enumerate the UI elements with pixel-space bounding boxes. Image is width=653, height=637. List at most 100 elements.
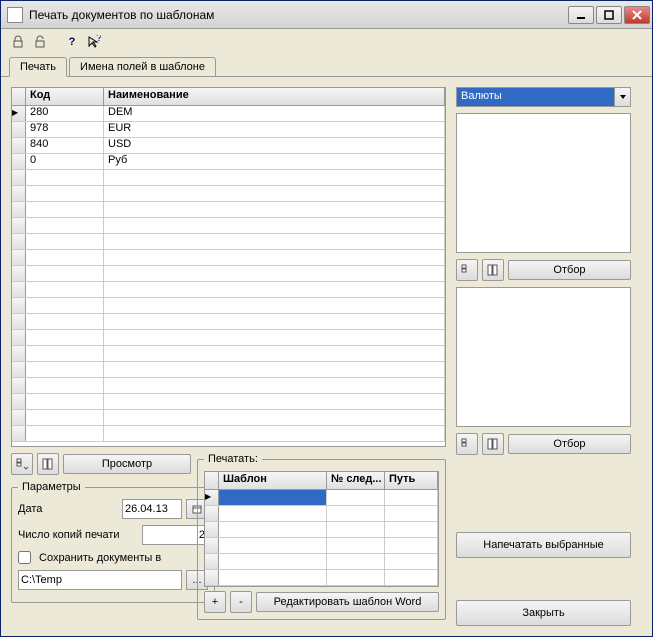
toolbar-lock-icon[interactable] (9, 33, 27, 51)
toolbar-unlock-icon[interactable] (31, 33, 49, 51)
tabstrip: Печать Имена полей в шаблоне (1, 55, 652, 77)
minimize-button[interactable] (568, 6, 594, 24)
params-legend: Параметры (18, 481, 85, 493)
tab-content: Код Наименование 280 DEM 978 EUR (1, 77, 652, 636)
remove-template-button[interactable]: - (230, 591, 252, 613)
row-marker (12, 122, 26, 137)
grid-row[interactable] (12, 202, 445, 218)
grid-row[interactable]: 978 EUR (12, 122, 445, 138)
left-column: Код Наименование 280 DEM 978 EUR (11, 87, 446, 626)
cell-code[interactable]: 840 (26, 138, 104, 153)
grid-row[interactable] (12, 394, 445, 410)
cell-name[interactable]: USD (104, 138, 445, 153)
filter1-sort-asc[interactable] (456, 259, 478, 281)
maximize-button[interactable] (596, 6, 622, 24)
grid-row[interactable] (12, 378, 445, 394)
tmpl-header-name[interactable]: Шаблон (219, 472, 327, 489)
close-button[interactable] (624, 6, 650, 24)
template-row[interactable] (205, 570, 438, 586)
savedocs-row: Сохранить документы в (18, 551, 208, 564)
filter-list-1[interactable] (456, 113, 631, 253)
grid-row[interactable] (12, 314, 445, 330)
filter-list-2[interactable] (456, 287, 631, 427)
copies-row: Число копий печати (18, 525, 208, 545)
grid-row[interactable] (12, 282, 445, 298)
filter2-button[interactable]: Отбор (508, 434, 631, 454)
grid-body[interactable]: 280 DEM 978 EUR 840 USD (12, 106, 445, 446)
grid-row[interactable] (12, 250, 445, 266)
sort-desc-button[interactable] (37, 453, 59, 475)
right-column: Валюты Отбор Отбор Напечатать выбранные … (456, 87, 631, 626)
add-template-button[interactable]: + (204, 591, 226, 613)
edit-template-button[interactable]: Редактировать шаблон Word (256, 592, 439, 612)
filter-row-2: Отбор (456, 433, 631, 455)
grid-header-name[interactable]: Наименование (104, 88, 445, 105)
grid-row[interactable] (12, 362, 445, 378)
date-input[interactable] (122, 499, 182, 519)
filter1-sort-desc[interactable] (482, 259, 504, 281)
path-input[interactable] (18, 570, 182, 590)
cell-code[interactable]: 280 (26, 106, 104, 121)
grid-row[interactable] (12, 218, 445, 234)
copies-label: Число копий печати (18, 529, 138, 541)
sort-asc-button[interactable] (11, 453, 33, 475)
params-column: Просмотр Параметры Дата Число копий печа… (11, 453, 191, 620)
tmpl-header-path[interactable]: Путь (385, 472, 438, 489)
template-row[interactable] (205, 490, 438, 506)
grid-row[interactable] (12, 170, 445, 186)
cell-name[interactable]: EUR (104, 122, 445, 137)
grid-row[interactable]: 0 Руб (12, 154, 445, 170)
date-label: Дата (18, 503, 118, 515)
toolbar-help-icon[interactable]: ? (63, 33, 81, 51)
template-row[interactable] (205, 538, 438, 554)
template-buttons: + - Редактировать шаблон Word (204, 591, 439, 613)
svg-text:?: ? (96, 35, 101, 44)
grid-row[interactable]: 840 USD (12, 138, 445, 154)
cell-code[interactable]: 978 (26, 122, 104, 137)
cell-code[interactable]: 0 (26, 154, 104, 169)
cell-name[interactable]: DEM (104, 106, 445, 121)
grid-header-code[interactable]: Код (26, 88, 104, 105)
savedocs-checkbox[interactable] (18, 551, 31, 564)
combo-dropdown-button[interactable] (614, 88, 630, 106)
template-row[interactable] (205, 522, 438, 538)
close-window-button[interactable]: Закрыть (456, 600, 631, 626)
cell-name[interactable]: Руб (104, 154, 445, 169)
main-grid[interactable]: Код Наименование 280 DEM 978 EUR (11, 87, 446, 447)
grid-row[interactable] (12, 330, 445, 346)
tmpl-header-num[interactable]: № след... (327, 472, 385, 489)
grid-row[interactable]: 280 DEM (12, 106, 445, 122)
combo-selected: Валюты (457, 88, 614, 106)
category-combo[interactable]: Валюты (456, 87, 631, 107)
template-header: Шаблон № след... Путь (205, 472, 438, 490)
grid-row[interactable] (12, 298, 445, 314)
window-title: Печать документов по шаблонам (27, 8, 568, 22)
tmpl-header-mark[interactable] (205, 472, 219, 489)
preview-button[interactable]: Просмотр (63, 454, 191, 474)
tab-fields[interactable]: Имена полей в шаблоне (69, 57, 216, 76)
row-marker (12, 106, 26, 121)
grid-row[interactable] (12, 234, 445, 250)
print-selected-button[interactable]: Напечатать выбранные (456, 532, 631, 558)
window: Печать документов по шаблонам ? ? Печать… (0, 0, 653, 637)
maximize-icon (604, 10, 614, 20)
filter2-sort-asc[interactable] (456, 433, 478, 455)
template-grid[interactable]: Шаблон № след... Путь (204, 471, 439, 587)
template-row[interactable] (205, 554, 438, 570)
grid-row[interactable] (12, 346, 445, 362)
tab-print[interactable]: Печать (9, 57, 67, 77)
filter-row-1: Отбор (456, 259, 631, 281)
print-fieldset: Печатать: Шаблон № след... Путь (197, 453, 446, 620)
filter1-button[interactable]: Отбор (508, 260, 631, 280)
grid-row[interactable] (12, 426, 445, 442)
filter2-sort-desc[interactable] (482, 433, 504, 455)
grid-header: Код Наименование (12, 88, 445, 106)
grid-row[interactable] (12, 186, 445, 202)
grid-header-mark[interactable] (12, 88, 26, 105)
toolbar-cursor-help-icon[interactable]: ? (85, 33, 103, 51)
minimize-icon (576, 10, 586, 20)
template-body[interactable] (205, 490, 438, 586)
grid-row[interactable] (12, 410, 445, 426)
template-row[interactable] (205, 506, 438, 522)
grid-row[interactable] (12, 266, 445, 282)
